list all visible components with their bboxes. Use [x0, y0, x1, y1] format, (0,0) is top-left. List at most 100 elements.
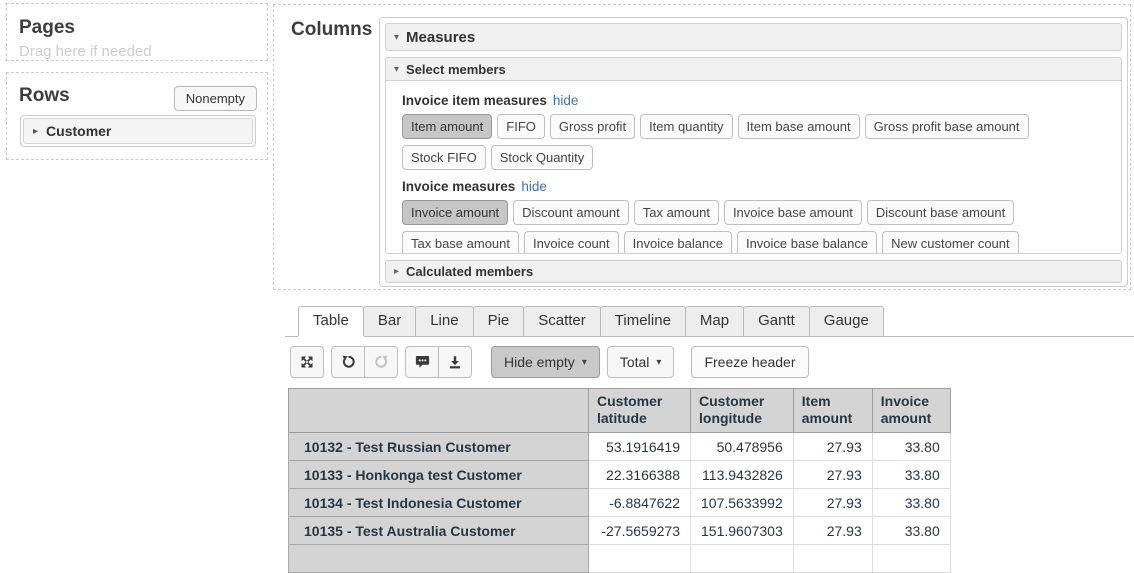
table-header-cell[interactable]: Invoice amount	[872, 389, 950, 433]
tab-bar[interactable]: Bar	[363, 306, 416, 336]
select-members-panel: ▾ Select members Invoice item measures hi…	[385, 57, 1122, 254]
download-icon	[448, 355, 462, 369]
redo-icon	[374, 355, 389, 369]
value-cell: 27.93	[793, 517, 872, 545]
measure-button[interactable]: Item amount	[402, 114, 492, 139]
table-toolbar: Hide empty ▾ Total ▾ Freeze header	[290, 346, 809, 378]
measure-group-title: Invoice measures hide	[402, 179, 1105, 194]
table-row: 10132 - Test Russian Customer53.19164195…	[289, 433, 951, 461]
download-button[interactable]	[438, 346, 472, 378]
calculated-members-header[interactable]: ▸ Calculated members	[385, 260, 1122, 283]
measure-group-name: Invoice item measures	[402, 93, 547, 108]
measure-button[interactable]: Discount amount	[513, 200, 629, 225]
tab-gantt[interactable]: Gantt	[743, 306, 810, 336]
select-members-header[interactable]: ▾ Select members	[386, 58, 1121, 81]
value-cell: -27.5659273	[589, 517, 691, 545]
measure-button[interactable]: Gross profit base amount	[865, 114, 1029, 139]
row-label-cell[interactable]: 10132 - Test Russian Customer	[289, 433, 589, 461]
measure-button[interactable]: Stock Quantity	[491, 145, 594, 170]
rows-dropzone[interactable]: Rows Nonempty ▸ Customer	[6, 72, 268, 160]
columns-dropzone[interactable]: Columns ▾ Measures ▾ Select members Invo…	[273, 4, 1131, 290]
value-cell: 151.9607303	[691, 517, 794, 545]
measure-button[interactable]: FIFO	[497, 114, 545, 139]
measure-button[interactable]: Tax base amount	[402, 231, 519, 254]
table-header-cell[interactable]: Customer latitude	[589, 389, 691, 433]
measure-button[interactable]: Invoice base balance	[737, 231, 877, 254]
value-cell: 27.93	[793, 461, 872, 489]
expand-arrow-icon[interactable]: ▸	[33, 126, 38, 137]
nonempty-button[interactable]: Nonempty	[174, 86, 257, 111]
collapse-down-icon[interactable]: ▾	[394, 32, 399, 43]
measure-groups: Invoice item measures hide Item amountFIFO…	[386, 81, 1121, 254]
measures-dimension-block: ▾ Measures ▾ Select members Invoice item…	[379, 17, 1128, 287]
freeze-header-button[interactable]: Freeze header	[691, 346, 808, 378]
hide-link[interactable]: hide	[553, 93, 579, 108]
table-header-cell[interactable]: Item amount	[793, 389, 872, 433]
redo-button[interactable]	[364, 346, 398, 378]
measure-button[interactable]: Invoice base amount	[724, 200, 862, 225]
table-header-cell[interactable]	[289, 389, 589, 433]
table-header-cell[interactable]: Customer longitude	[691, 389, 794, 433]
collapse-right-icon[interactable]: ▸	[394, 266, 399, 277]
collapse-down-icon[interactable]: ▾	[394, 64, 399, 75]
tab-scatter[interactable]: Scatter	[523, 306, 601, 336]
measure-button[interactable]: New customer count	[882, 231, 1019, 254]
caret-down-icon: ▾	[656, 357, 661, 368]
tab-gauge[interactable]: Gauge	[809, 306, 884, 336]
value-cell: 33.80	[872, 517, 950, 545]
table-row: 10134 - Test Indonesia Customer-6.884762…	[289, 489, 951, 517]
measures-header[interactable]: ▾ Measures	[385, 23, 1122, 51]
table-body: 10132 - Test Russian Customer53.19164195…	[289, 433, 951, 573]
measure-group-name: Invoice measures	[402, 179, 515, 194]
value-cell: 53.1916419	[589, 433, 691, 461]
comment-button[interactable]	[405, 346, 439, 378]
tab-map[interactable]: Map	[685, 306, 744, 336]
value-cell: 27.93	[793, 433, 872, 461]
select-members-label: Select members	[406, 62, 506, 77]
pages-title: Pages	[19, 17, 255, 39]
value-cell: 33.80	[872, 461, 950, 489]
measure-group: Invoice measureshideInvoice amountDiscou…	[402, 179, 1105, 254]
total-label: Total	[620, 354, 650, 370]
measure-button[interactable]: Gross profit	[550, 114, 635, 139]
pivot-table: Customer latitudeCustomer longitudeItem …	[288, 388, 951, 573]
table-header-row: Customer latitudeCustomer longitudeItem …	[289, 389, 951, 433]
tab-pie[interactable]: Pie	[473, 306, 525, 336]
pages-placeholder: Drag here if needed	[19, 43, 255, 60]
undo-button[interactable]	[331, 346, 365, 378]
measure-button[interactable]: Discount base amount	[867, 200, 1014, 225]
maximize-button[interactable]	[290, 346, 324, 378]
measure-button[interactable]: Stock FIFO	[402, 145, 486, 170]
row-label-cell[interactable]: 10133 - Honkonga test Customer	[289, 461, 589, 489]
tab-timeline[interactable]: Timeline	[600, 306, 686, 336]
comment-icon	[415, 355, 430, 369]
value-cell: 33.80	[872, 433, 950, 461]
measure-button[interactable]: Item quantity	[640, 114, 732, 139]
measure-button[interactable]: Item base amount	[738, 114, 860, 139]
measure-button-list: Item amountFIFOGross profitItem quantity…	[402, 114, 1105, 176]
value-cell: 22.3166388	[589, 461, 691, 489]
measure-button[interactable]: Invoice count	[524, 231, 619, 254]
measure-button[interactable]: Invoice amount	[402, 200, 508, 225]
tab-table[interactable]: Table	[298, 306, 364, 336]
tab-line[interactable]: Line	[415, 306, 473, 336]
measure-group-title: Invoice item measures hide	[402, 93, 1105, 108]
hide-link[interactable]: hide	[521, 179, 547, 194]
total-dropdown[interactable]: Total ▾	[607, 346, 675, 378]
row-label-cell[interactable]: 10134 - Test Indonesia Customer	[289, 489, 589, 517]
value-cell: -6.8847622	[589, 489, 691, 517]
value-cell: 33.80	[872, 489, 950, 517]
measure-button[interactable]: Tax amount	[634, 200, 719, 225]
table-row: 10133 - Honkonga test Customer22.3166388…	[289, 461, 951, 489]
hide-empty-dropdown[interactable]: Hide empty ▾	[491, 346, 600, 378]
row-label-cell[interactable]: 10135 - Test Australia Customer	[289, 517, 589, 545]
measure-button[interactable]: Invoice balance	[624, 231, 732, 254]
dimension-item-customer[interactable]: ▸ Customer	[23, 118, 253, 144]
measures-header-label: Measures	[406, 29, 475, 46]
dimension-item-label: Customer	[46, 123, 111, 139]
rows-dimension-list: ▸ Customer	[20, 115, 256, 147]
table-row: 10135 - Test Australia Customer-27.56592…	[289, 517, 951, 545]
pages-dropzone[interactable]: Pages Drag here if needed	[6, 3, 268, 61]
pivot-analysis-page: { "pages": { "title": "Pages", "placehol…	[0, 0, 1134, 549]
comment-export-group	[405, 346, 472, 378]
